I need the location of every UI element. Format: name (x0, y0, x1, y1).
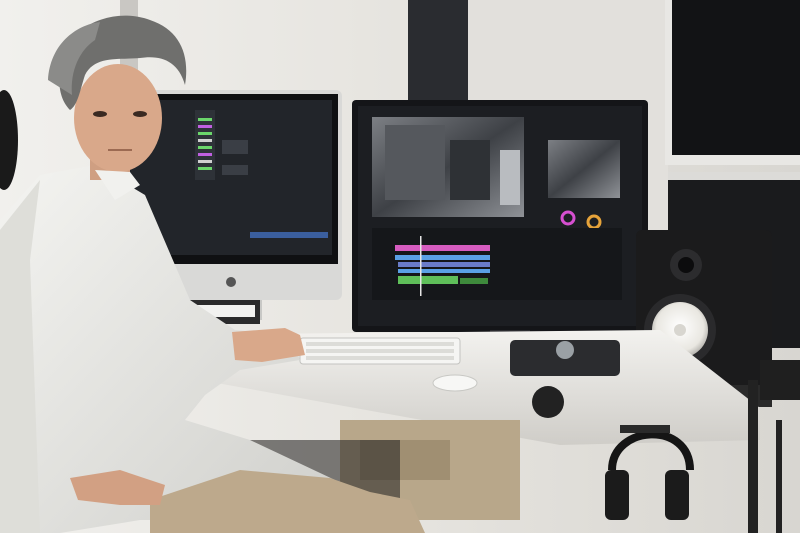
program-preview-image (548, 140, 620, 198)
video-editing-monitor (352, 100, 648, 332)
knob (532, 386, 564, 418)
keyboard-keys (306, 342, 454, 360)
window-frame (408, 0, 468, 105)
mouse (432, 374, 478, 392)
top-right-monitor (665, 0, 800, 165)
apple-logo-icon (226, 277, 236, 287)
timeline-panel (372, 228, 622, 300)
photo-scene (0, 0, 800, 533)
face (74, 64, 162, 172)
